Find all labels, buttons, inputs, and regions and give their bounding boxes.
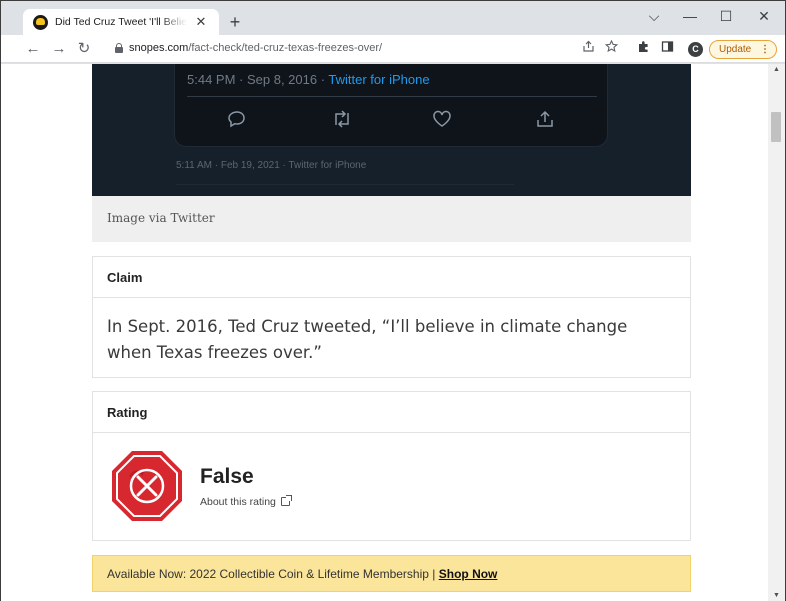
- update-button[interactable]: Update ⋮: [709, 40, 777, 59]
- false-rating-icon: [112, 451, 182, 521]
- rating-card: Rating False About this rating: [92, 391, 691, 541]
- promo-text: Available Now: 2022 Collectible Coin & L…: [107, 567, 497, 581]
- tweet-time-text: 5:44 PM · Sep 8, 2016 ·: [187, 72, 329, 87]
- menu-kebab-icon: ⋮: [760, 44, 770, 55]
- reload-button[interactable]: ↻: [74, 39, 94, 59]
- about-rating-link[interactable]: About this rating: [200, 495, 292, 508]
- scroll-up-arrow-icon[interactable]: ▲: [768, 66, 785, 73]
- star-icon[interactable]: [601, 39, 621, 59]
- shop-now-link[interactable]: Shop Now: [439, 567, 498, 581]
- scrollbar-thumb[interactable]: [771, 112, 781, 142]
- sidepanel-icon[interactable]: [657, 39, 677, 59]
- new-tab-button[interactable]: +: [225, 12, 245, 32]
- claim-text: In Sept. 2016, Ted Cruz tweeted, “I’ll b…: [107, 317, 628, 362]
- tweet-screenshot-image: 5:44 PM · Sep 8, 2016 · Twitter for iPho…: [92, 64, 691, 196]
- page-viewport: 5:44 PM · Sep 8, 2016 · Twitter for iPho…: [1, 64, 768, 601]
- puzzle-icon[interactable]: [633, 39, 653, 59]
- external-link-icon: [280, 495, 292, 506]
- lock-icon[interactable]: [115, 43, 123, 53]
- share-tweet-icon: [535, 110, 557, 128]
- rating-header: Rating: [93, 392, 690, 433]
- tab-close-icon[interactable]: ✕: [193, 14, 209, 30]
- back-button[interactable]: ←: [23, 39, 43, 59]
- tab-search-icon[interactable]: ⌵: [643, 5, 665, 27]
- image-caption-box: Image via Twitter: [92, 196, 691, 242]
- profile-avatar[interactable]: C: [688, 42, 703, 57]
- tweet-meta-timestamp: 5:11 AM · Feb 19, 2021 · Twitter for iPh…: [176, 160, 367, 171]
- rating-heading: Rating: [107, 405, 148, 420]
- tweet-source: Twitter for iPhone: [328, 72, 430, 87]
- browser-toolbar: ← → ↻ snopes.com/fact-check/ted-cruz-tex…: [1, 35, 785, 63]
- claim-card: Claim In Sept. 2016, Ted Cruz tweeted, “…: [92, 256, 691, 378]
- about-rating-label: About this rating: [200, 496, 276, 508]
- forward-button[interactable]: →: [49, 39, 69, 59]
- like-heart-icon: [432, 110, 454, 128]
- retweet-icon: [331, 110, 353, 128]
- claim-header: Claim: [93, 257, 690, 298]
- tweet-timestamp: 5:44 PM · Sep 8, 2016 · Twitter for iPho…: [187, 72, 430, 87]
- tab-strip: Did Ted Cruz Tweet 'I'll Believe in Clim…: [1, 1, 785, 36]
- snopes-favicon-icon: [33, 15, 48, 30]
- browser-tab[interactable]: Did Ted Cruz Tweet 'I'll Believe in Clim…: [23, 9, 219, 36]
- url-text[interactable]: snopes.com/fact-check/ted-cruz-texas-fre…: [129, 42, 382, 54]
- window-close-button[interactable]: ✕: [753, 5, 775, 27]
- tweet-card: 5:44 PM · Sep 8, 2016 · Twitter for iPho…: [174, 64, 608, 147]
- tab-title: Did Ted Cruz Tweet 'I'll Believe in Clim…: [55, 16, 187, 28]
- reply-icon: [227, 110, 249, 128]
- vertical-scrollbar[interactable]: ▲ ▼: [768, 64, 785, 601]
- rating-value: False: [200, 465, 254, 488]
- scroll-down-arrow-icon[interactable]: ▼: [768, 592, 785, 599]
- address-bar[interactable]: snopes.com/fact-check/ted-cruz-texas-fre…: [101, 38, 661, 60]
- tweet-divider: [187, 96, 597, 97]
- update-label: Update: [719, 44, 752, 55]
- maximize-button[interactable]: ☐: [715, 5, 737, 27]
- image-caption: Image via Twitter: [107, 211, 215, 225]
- tweet-meta-divider: [176, 184, 514, 185]
- claim-heading: Claim: [107, 270, 143, 285]
- url-host: snopes.com: [129, 42, 189, 54]
- promo-message: Available Now: 2022 Collectible Coin & L…: [107, 567, 439, 581]
- browser-window: Did Ted Cruz Tweet 'I'll Believe in Clim…: [0, 0, 786, 601]
- promo-banner: Available Now: 2022 Collectible Coin & L…: [92, 555, 691, 592]
- url-path: /fact-check/ted-cruz-texas-freezes-over/: [188, 42, 383, 54]
- share-icon[interactable]: [578, 39, 598, 59]
- minimize-button[interactable]: —: [679, 5, 701, 27]
